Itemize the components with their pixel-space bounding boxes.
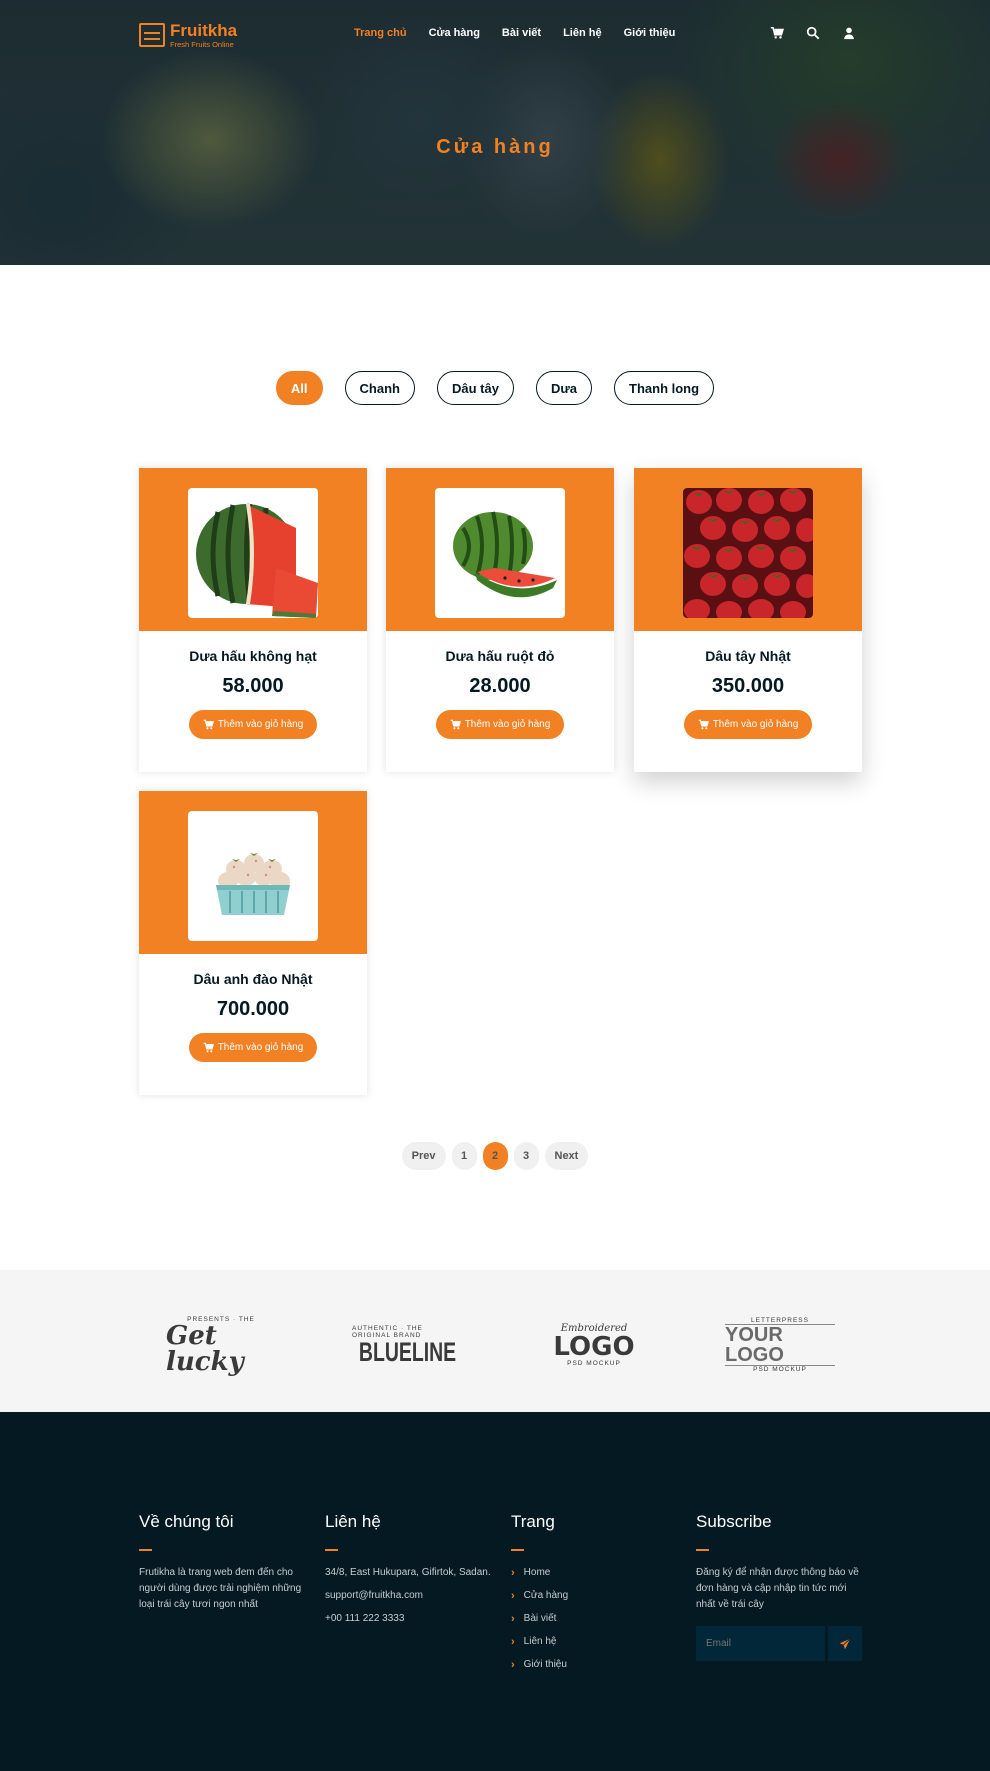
page-2-button[interactable]: 2 — [482, 1142, 508, 1170]
product-name[interactable]: Dưa hấu ruột đỏ — [386, 648, 614, 664]
page-1-button[interactable]: 1 — [451, 1142, 477, 1170]
brand-logos-strip: Presents · The Get lucky Authentic · The… — [0, 1270, 990, 1412]
product-card: Dâu tây Nhật 350.000 Thêm vào giỏ hàng — [634, 468, 862, 772]
paper-plane-icon — [839, 1637, 851, 1649]
filter-chanh[interactable]: Chanh — [344, 371, 415, 405]
top-nav: Fruitkha Fresh Fruits Online Trang chủ C… — [0, 0, 990, 70]
product-image-red-watermelon[interactable] — [435, 488, 565, 618]
add-to-cart-label: Thêm vào giỏ hàng — [712, 719, 799, 730]
chevron-right-icon: › — [511, 1567, 515, 1579]
product-price: 58.000 — [222, 675, 284, 697]
footer-link-cua-hang[interactable]: › Cửa hàng — [511, 1588, 661, 1604]
page-title: Cửa hàng — [436, 136, 554, 158]
product-name[interactable]: Dâu tây Nhật — [634, 648, 862, 664]
menu-item-lien-he[interactable]: Liên hệ — [563, 27, 602, 39]
prev-page-button[interactable]: Prev — [401, 1142, 446, 1170]
page-3-button[interactable]: 3 — [513, 1142, 539, 1170]
footer-pages: Trang › Home › Cửa hàng › Bài viết › Liên hệ… — [511, 1512, 661, 1680]
add-to-cart-label: Thêm vào giỏ hàng — [464, 719, 551, 730]
user-icon[interactable] — [842, 26, 856, 40]
category-filters: All Chanh Dâu tây Dưa Thanh long — [0, 371, 990, 405]
menu-item-bai-viet[interactable]: Bài viết — [502, 27, 541, 39]
footer-about-title: Về chúng tôi — [139, 1512, 234, 1531]
footer-subscribe-title: Subscribe — [696, 1512, 772, 1531]
product-image-seedless-watermelon[interactable] — [188, 488, 318, 618]
product-card: Dưa hấu không hạt 58.000 Thêm vào giỏ hà… — [139, 468, 367, 772]
hero-banner: Fruitkha Fresh Fruits Online Trang chủ C… — [0, 0, 990, 265]
menu-item-trang-chu[interactable]: Trang chủ — [354, 27, 407, 39]
brand-logo-your-logo: LETTERPRESS YOUR LOGO PSD MOCKUP — [725, 1314, 835, 1376]
footer-subscribe-text: Đăng ký để nhận được thông báo về đơn hà… — [696, 1567, 859, 1610]
add-to-cart-label: Thêm vào giỏ hàng — [217, 719, 304, 730]
add-to-cart-button[interactable]: Thêm vào giỏ hàng — [684, 710, 812, 739]
product-card: Dưa hấu ruột đỏ 28.000 Thêm vào giỏ hàng — [386, 468, 614, 772]
site-logo[interactable]: Fruitkha Fresh Fruits Online — [139, 22, 237, 49]
cart-icon — [203, 1042, 214, 1053]
footer-contact: Liên hệ 34/8, East Hukupara, Gifirtok, S… — [325, 1512, 495, 1634]
product-price: 350.000 — [711, 675, 785, 697]
crate-icon — [139, 23, 165, 48]
footer-subscribe: Subscribe Đăng ký để nhận được thông báo… — [696, 1512, 866, 1661]
main-menu: Trang chủ Cửa hàng Bài viết Liên hệ Giới… — [354, 27, 675, 39]
menu-item-cua-hang[interactable]: Cửa hàng — [429, 27, 480, 39]
chevron-right-icon: › — [511, 1613, 515, 1625]
chevron-right-icon: › — [511, 1659, 515, 1671]
subscribe-button[interactable] — [828, 1626, 862, 1661]
menu-item-gioi-thieu[interactable]: Giới thiệu — [624, 27, 676, 39]
filter-all[interactable]: All — [275, 371, 323, 405]
footer-about: Về chúng tôi Frutikha là trang web đem đ… — [139, 1512, 304, 1613]
cart-icon[interactable] — [770, 26, 784, 40]
brand-logo-embroidered: Embroidered LOGO PSD MOCKUP — [553, 1323, 635, 1367]
pagination: Prev 1 2 3 Next — [0, 1142, 990, 1170]
search-icon[interactable] — [806, 26, 820, 40]
product-name[interactable]: Dưa hấu không hạt — [139, 648, 367, 664]
product-card: Dâu anh đào Nhật 700.000 Thêm vào giỏ hà… — [139, 791, 367, 1095]
add-to-cart-button[interactable]: Thêm vào giỏ hàng — [436, 710, 564, 739]
cart-icon — [698, 719, 709, 730]
brand-logo-get-lucky: Presents · The Get lucky — [166, 1315, 255, 1377]
cart-icon — [450, 719, 461, 730]
product-price: 700.000 — [216, 998, 290, 1020]
logo-tagline: Fresh Fruits Online — [170, 40, 234, 49]
title-underline — [511, 1549, 524, 1551]
footer-link-home[interactable]: › Home — [511, 1565, 661, 1581]
filter-dau-tay[interactable]: Dâu tây — [437, 371, 514, 405]
footer-address: 34/8, East Hukupara, Gifirtok, Sadan. — [325, 1567, 491, 1578]
product-image-japanese-strawberry[interactable] — [683, 488, 813, 618]
chevron-right-icon: › — [511, 1636, 515, 1648]
footer-pages-title: Trang — [511, 1512, 555, 1531]
title-underline — [139, 1549, 152, 1551]
email-input[interactable] — [696, 1626, 825, 1661]
cart-icon — [203, 719, 214, 730]
product-image-white-strawberry-basket[interactable] — [188, 811, 318, 941]
logo-name: Fruitkha — [170, 21, 238, 40]
product-name[interactable]: Dâu anh đào Nhật — [139, 971, 367, 987]
title-underline — [325, 1549, 338, 1551]
footer-email[interactable]: support@fruitkha.com — [325, 1588, 495, 1604]
add-to-cart-button[interactable]: Thêm vào giỏ hàng — [189, 1033, 317, 1062]
footer-link-gioi-thieu[interactable]: › Giới thiệu — [511, 1657, 661, 1673]
brand-logo-blueline: Authentic · The Original Brand BLUELINE — [352, 1324, 456, 1367]
footer-link-lien-he[interactable]: › Liên hệ — [511, 1634, 661, 1650]
site-footer: Về chúng tôi Frutikha là trang web đem đ… — [0, 1412, 990, 1771]
filter-dua[interactable]: Dưa — [535, 371, 593, 405]
product-price: 28.000 — [469, 675, 531, 697]
footer-link-bai-viet[interactable]: › Bài viết — [511, 1611, 661, 1627]
add-to-cart-button[interactable]: Thêm vào giỏ hàng — [189, 710, 317, 739]
next-page-button[interactable]: Next — [544, 1142, 589, 1170]
add-to-cart-label: Thêm vào giỏ hàng — [217, 1042, 304, 1053]
subscribe-form — [696, 1626, 866, 1661]
footer-contact-title: Liên hệ — [325, 1512, 381, 1531]
filter-thanh-long[interactable]: Thanh long — [614, 371, 715, 405]
footer-phone: +00 111 222 3333 — [325, 1613, 405, 1624]
footer-about-text: Frutikha là trang web đem đến cho người … — [139, 1567, 302, 1610]
title-underline — [696, 1549, 709, 1551]
chevron-right-icon: › — [511, 1590, 515, 1602]
